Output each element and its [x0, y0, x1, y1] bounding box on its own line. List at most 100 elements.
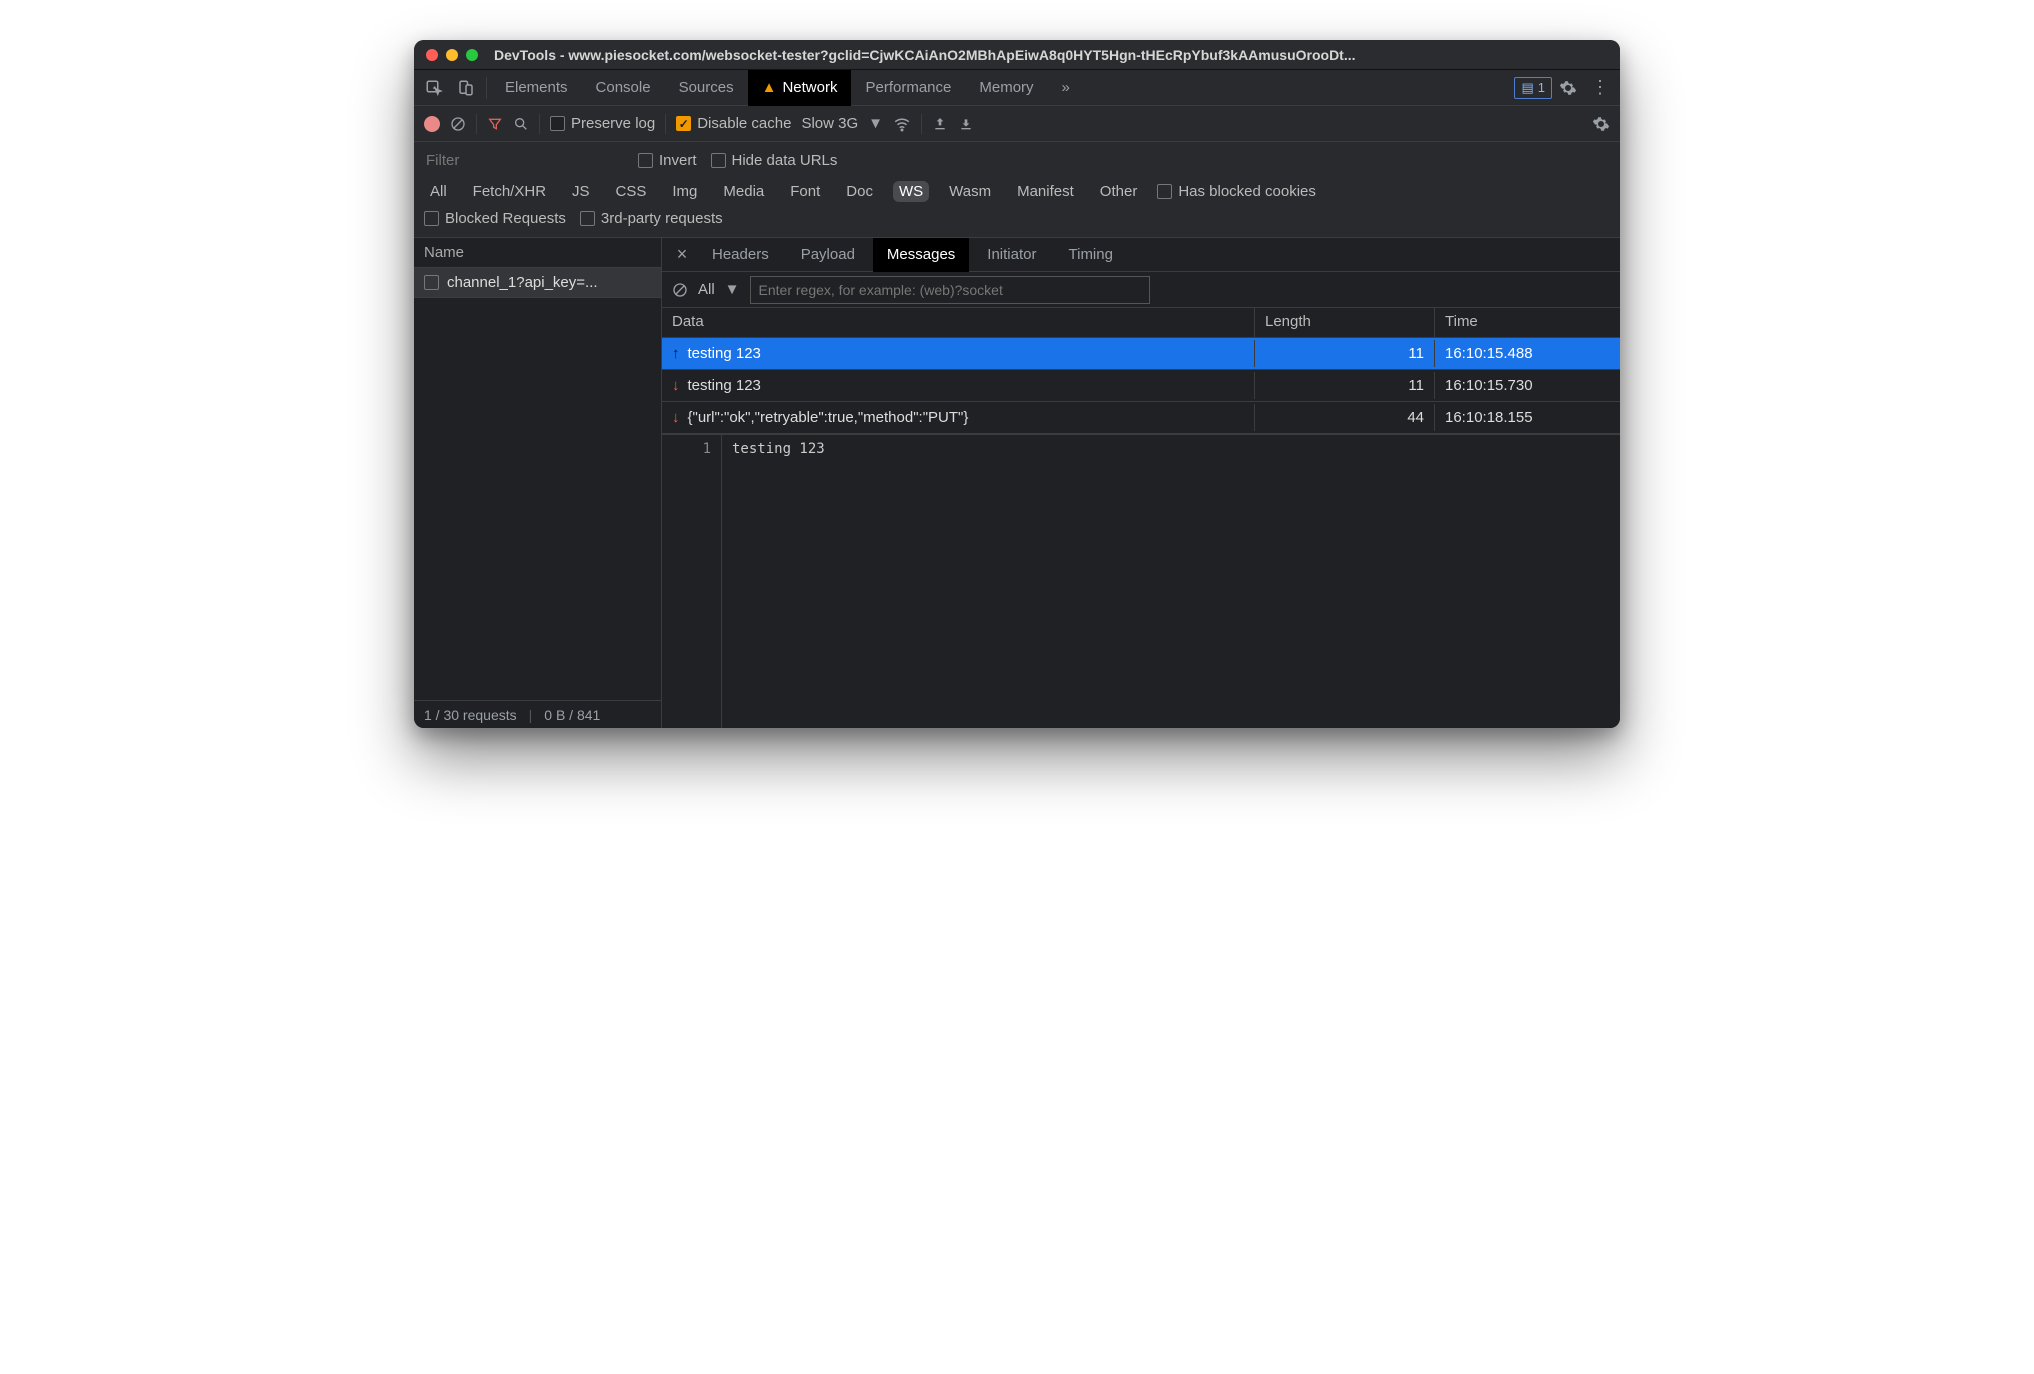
- request-list-sidebar: Name channel_1?api_key=... 1 / 30 reques…: [414, 238, 662, 728]
- message-row[interactable]: ↓ testing 123 11 16:10:15.730: [662, 370, 1620, 402]
- type-img[interactable]: Img: [666, 181, 703, 202]
- device-toolbar-icon[interactable]: [450, 72, 482, 104]
- issues-icon: ▤: [1521, 80, 1533, 96]
- message-data: testing 123: [688, 377, 761, 394]
- has-blocked-cookies-checkbox[interactable]: Has blocked cookies: [1157, 183, 1316, 200]
- message-row[interactable]: ↓ {"url":"ok","retryable":true,"method":…: [662, 402, 1620, 434]
- type-filter-row: All Fetch/XHR JS CSS Img Media Font Doc …: [424, 181, 1610, 202]
- content-area: Name channel_1?api_key=... 1 / 30 reques…: [414, 238, 1620, 728]
- tab-console[interactable]: Console: [582, 70, 665, 106]
- disable-cache-checkbox[interactable]: Disable cache: [676, 115, 791, 132]
- arrow-down-icon: ↓: [672, 377, 680, 394]
- request-row[interactable]: channel_1?api_key=...: [414, 268, 661, 298]
- type-ws[interactable]: WS: [893, 181, 929, 202]
- message-data: testing 123: [688, 345, 761, 362]
- tab-initiator[interactable]: Initiator: [973, 238, 1050, 272]
- line-number: 1: [662, 435, 722, 728]
- type-js[interactable]: JS: [566, 181, 596, 202]
- request-count: 1 / 30 requests: [424, 707, 517, 723]
- detail-panel: × Headers Payload Messages Initiator Tim…: [662, 238, 1620, 728]
- inspect-element-icon[interactable]: [418, 72, 450, 104]
- type-fetchxhr[interactable]: Fetch/XHR: [467, 181, 552, 202]
- close-detail-icon[interactable]: ×: [670, 244, 694, 265]
- tab-performance[interactable]: Performance: [851, 70, 965, 106]
- main-tabbar: Elements Console Sources ▲ Network Perfo…: [414, 70, 1620, 106]
- type-wasm[interactable]: Wasm: [943, 181, 997, 202]
- filter-icon[interactable]: [487, 116, 503, 132]
- messages-table-header: Data Length Time: [662, 308, 1620, 338]
- request-row-checkbox[interactable]: [424, 275, 439, 290]
- tab-network[interactable]: ▲ Network: [748, 70, 852, 106]
- issues-count: 1: [1538, 80, 1545, 95]
- transfer-size: 0 B / 841: [544, 707, 600, 723]
- type-manifest[interactable]: Manifest: [1011, 181, 1080, 202]
- tabs-overflow[interactable]: »: [1048, 70, 1084, 106]
- tab-memory[interactable]: Memory: [965, 70, 1047, 106]
- message-length: 11: [1255, 372, 1435, 399]
- throttling-label: Slow 3G: [801, 115, 858, 132]
- tab-network-label: Network: [782, 79, 837, 96]
- detail-tabs: × Headers Payload Messages Initiator Tim…: [662, 238, 1620, 272]
- clear-messages-icon[interactable]: [672, 282, 688, 298]
- window-title: DevTools - www.piesocket.com/websocket-t…: [494, 47, 1356, 63]
- download-icon[interactable]: [958, 116, 974, 132]
- preserve-log-checkbox[interactable]: Preserve log: [550, 115, 655, 132]
- type-all[interactable]: All: [424, 181, 453, 202]
- type-doc[interactable]: Doc: [840, 181, 879, 202]
- chevron-down-icon: ▼: [868, 115, 883, 132]
- arrow-up-icon: ↑: [672, 345, 680, 362]
- chevron-down-icon: ▼: [725, 281, 740, 298]
- type-css[interactable]: CSS: [610, 181, 653, 202]
- message-row[interactable]: ↑ testing 123 11 16:10:15.488: [662, 338, 1620, 370]
- record-button[interactable]: [424, 116, 440, 132]
- hide-data-urls-checkbox[interactable]: Hide data URLs: [711, 152, 838, 169]
- messages-filter-select[interactable]: All ▼: [698, 281, 740, 298]
- filter-input[interactable]: [424, 148, 624, 173]
- third-party-checkbox[interactable]: 3rd-party requests: [580, 210, 723, 227]
- col-time-header[interactable]: Time: [1435, 308, 1620, 337]
- close-window[interactable]: [426, 49, 438, 61]
- arrow-down-icon: ↓: [672, 409, 680, 426]
- wifi-icon[interactable]: [893, 115, 911, 133]
- maximize-window[interactable]: [466, 49, 478, 61]
- tab-elements[interactable]: Elements: [491, 70, 582, 106]
- invert-checkbox[interactable]: Invert: [638, 152, 697, 169]
- settings-icon[interactable]: [1552, 72, 1584, 104]
- type-font[interactable]: Font: [784, 181, 826, 202]
- col-length-header[interactable]: Length: [1255, 308, 1435, 337]
- search-icon[interactable]: [513, 116, 529, 132]
- panel-settings-icon[interactable]: [1592, 115, 1610, 133]
- type-other[interactable]: Other: [1094, 181, 1144, 202]
- col-data-header[interactable]: Data: [662, 308, 1255, 337]
- tab-timing[interactable]: Timing: [1055, 238, 1127, 272]
- tab-headers[interactable]: Headers: [698, 238, 783, 272]
- tab-payload[interactable]: Payload: [787, 238, 869, 272]
- throttling-select[interactable]: Slow 3G ▼: [801, 115, 883, 132]
- type-media[interactable]: Media: [717, 181, 770, 202]
- issues-badge[interactable]: ▤ 1: [1514, 77, 1552, 99]
- tab-messages[interactable]: Messages: [873, 238, 969, 272]
- messages-toolbar: All ▼: [662, 272, 1620, 308]
- status-bar: 1 / 30 requests | 0 B / 841: [414, 700, 661, 728]
- name-column-header[interactable]: Name: [414, 238, 661, 268]
- titlebar: DevTools - www.piesocket.com/websocket-t…: [414, 40, 1620, 70]
- message-time: 16:10:15.730: [1435, 372, 1620, 399]
- preview-text[interactable]: testing 123: [722, 435, 1620, 728]
- window-controls: [426, 49, 478, 61]
- disable-cache-box[interactable]: [676, 116, 691, 131]
- filter-bar: Invert Hide data URLs All Fetch/XHR JS C…: [414, 142, 1620, 238]
- messages-filter-label: All: [698, 281, 715, 298]
- preserve-log-box[interactable]: [550, 116, 565, 131]
- message-time: 16:10:18.155: [1435, 404, 1620, 431]
- message-time: 16:10:15.488: [1435, 340, 1620, 367]
- kebab-menu-icon[interactable]: ⋮: [1584, 72, 1616, 104]
- tab-sources[interactable]: Sources: [665, 70, 748, 106]
- message-data: {"url":"ok","retryable":true,"method":"P…: [688, 409, 969, 426]
- clear-button[interactable]: [450, 116, 466, 132]
- upload-icon[interactable]: [932, 116, 948, 132]
- message-preview: 1 testing 123: [662, 434, 1620, 728]
- blocked-requests-checkbox[interactable]: Blocked Requests: [424, 210, 566, 227]
- message-length: 11: [1255, 340, 1435, 367]
- minimize-window[interactable]: [446, 49, 458, 61]
- messages-regex-input[interactable]: [750, 276, 1150, 304]
